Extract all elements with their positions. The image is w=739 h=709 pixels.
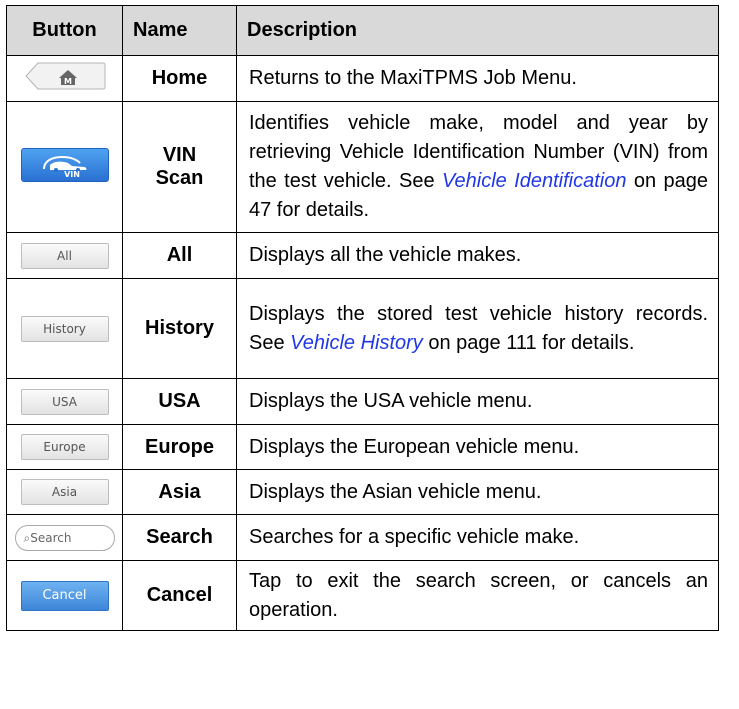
row-description: Returns to the MaxiTPMS Job Menu. bbox=[236, 55, 719, 102]
table-row: Asia Asia Displays the Asian vehicle men… bbox=[6, 469, 719, 515]
button-reference-table: Button Name Description M Home Returns t… bbox=[6, 5, 719, 631]
row-description: Displays the USA vehicle menu. bbox=[236, 378, 719, 425]
row-name-line2: Scan bbox=[155, 167, 204, 189]
row-name: History bbox=[122, 278, 237, 379]
row-description: Displays the European vehicle menu. bbox=[236, 424, 719, 470]
vin-button-cell: VIN bbox=[6, 101, 123, 233]
row-description-text: Displays the Asian vehicle menu. bbox=[249, 480, 542, 503]
row-description-text: Searches for a specific vehicle make. bbox=[249, 526, 580, 548]
search-field-button[interactable]: ⌕Search bbox=[14, 524, 115, 551]
all-button-cell: All bbox=[6, 232, 123, 279]
europe-button-cell: Europe bbox=[6, 424, 123, 470]
vin-scan-icon: VIN bbox=[42, 155, 86, 179]
svg-text:M: M bbox=[64, 77, 72, 86]
header-button: Button bbox=[6, 5, 123, 56]
europe-button[interactable]: Europe bbox=[20, 434, 109, 460]
home-icon: M bbox=[24, 62, 105, 90]
row-name: Home bbox=[122, 55, 237, 102]
row-name: Europe bbox=[122, 424, 237, 470]
vin-icon-text: VIN bbox=[64, 170, 80, 179]
table-row: ⌕Search Search Searches for a specific v… bbox=[6, 514, 719, 561]
all-button[interactable]: All bbox=[20, 242, 109, 269]
row-description-text: Tap to exit the search screen, or cancel… bbox=[249, 569, 708, 621]
table-row: All All Displays all the vehicle makes. bbox=[6, 232, 719, 279]
row-name: VIN Scan bbox=[122, 101, 237, 233]
row-description-text: Displays the USA vehicle menu. bbox=[249, 390, 533, 412]
row-description: Displays the Asian vehicle menu. bbox=[236, 469, 719, 515]
table-row: Europe Europe Displays the European vehi… bbox=[6, 424, 719, 470]
row-description: Identifies vehicle make, model and year … bbox=[236, 101, 719, 233]
row-description: Displays all the vehicle makes. bbox=[236, 232, 719, 279]
history-button[interactable]: History bbox=[20, 315, 109, 342]
table-row: VIN VIN Scan Identifies vehicle make, mo… bbox=[6, 101, 719, 233]
vehicle-history-link[interactable]: Vehicle History bbox=[290, 332, 423, 354]
search-button-cell: ⌕Search bbox=[6, 514, 123, 561]
row-description: Tap to exit the search screen, or cancel… bbox=[236, 560, 719, 631]
row-name: Cancel bbox=[122, 560, 237, 631]
home-button[interactable]: M bbox=[24, 62, 106, 90]
history-button-cell: History bbox=[6, 278, 123, 379]
row-description-text: Identifies vehicle make, model and year … bbox=[237, 107, 718, 227]
asia-button[interactable]: Asia bbox=[20, 479, 109, 505]
row-name: Asia bbox=[122, 469, 237, 515]
header-description: Description bbox=[236, 5, 719, 56]
row-name: USA bbox=[122, 378, 237, 425]
header-description-label: Description bbox=[247, 19, 358, 41]
table-row: Cancel Cancel Tap to exit the search scr… bbox=[6, 560, 719, 631]
desc-text: on page 111 for details. bbox=[422, 331, 635, 354]
row-description-text: Displays all the vehicle makes. bbox=[249, 244, 522, 266]
usa-button[interactable]: USA bbox=[20, 388, 109, 415]
header-name-label: Name bbox=[133, 19, 188, 41]
header-name: Name bbox=[122, 5, 237, 56]
table-row: History History Displays the stored test… bbox=[6, 278, 719, 379]
row-description: Searches for a specific vehicle make. bbox=[236, 514, 719, 561]
row-description: Displays the stored test vehicle history… bbox=[236, 278, 719, 379]
row-description-text: Returns to the MaxiTPMS Job Menu. bbox=[249, 67, 577, 89]
cancel-button-cell: Cancel bbox=[6, 560, 123, 631]
row-description-text: Displays the European vehicle menu. bbox=[249, 435, 580, 458]
row-name-line1: VIN bbox=[162, 144, 197, 166]
search-field-label: Search bbox=[30, 530, 72, 545]
asia-button-cell: Asia bbox=[6, 469, 123, 515]
home-button-cell: M bbox=[6, 55, 123, 102]
row-description-text: Displays the stored test vehicle history… bbox=[237, 298, 718, 360]
table-row: USA USA Displays the USA vehicle menu. bbox=[6, 378, 719, 425]
vehicle-identification-link[interactable]: Vehicle Identification bbox=[442, 170, 627, 192]
vin-scan-button[interactable]: VIN bbox=[20, 148, 109, 182]
usa-button-cell: USA bbox=[6, 378, 123, 425]
row-name: All bbox=[122, 232, 237, 279]
row-name: Search bbox=[122, 514, 237, 561]
cancel-button[interactable]: Cancel bbox=[20, 580, 109, 611]
table-row: M Home Returns to the MaxiTPMS Job Menu. bbox=[6, 55, 719, 102]
table-header-row: Button Name Description bbox=[6, 5, 719, 56]
